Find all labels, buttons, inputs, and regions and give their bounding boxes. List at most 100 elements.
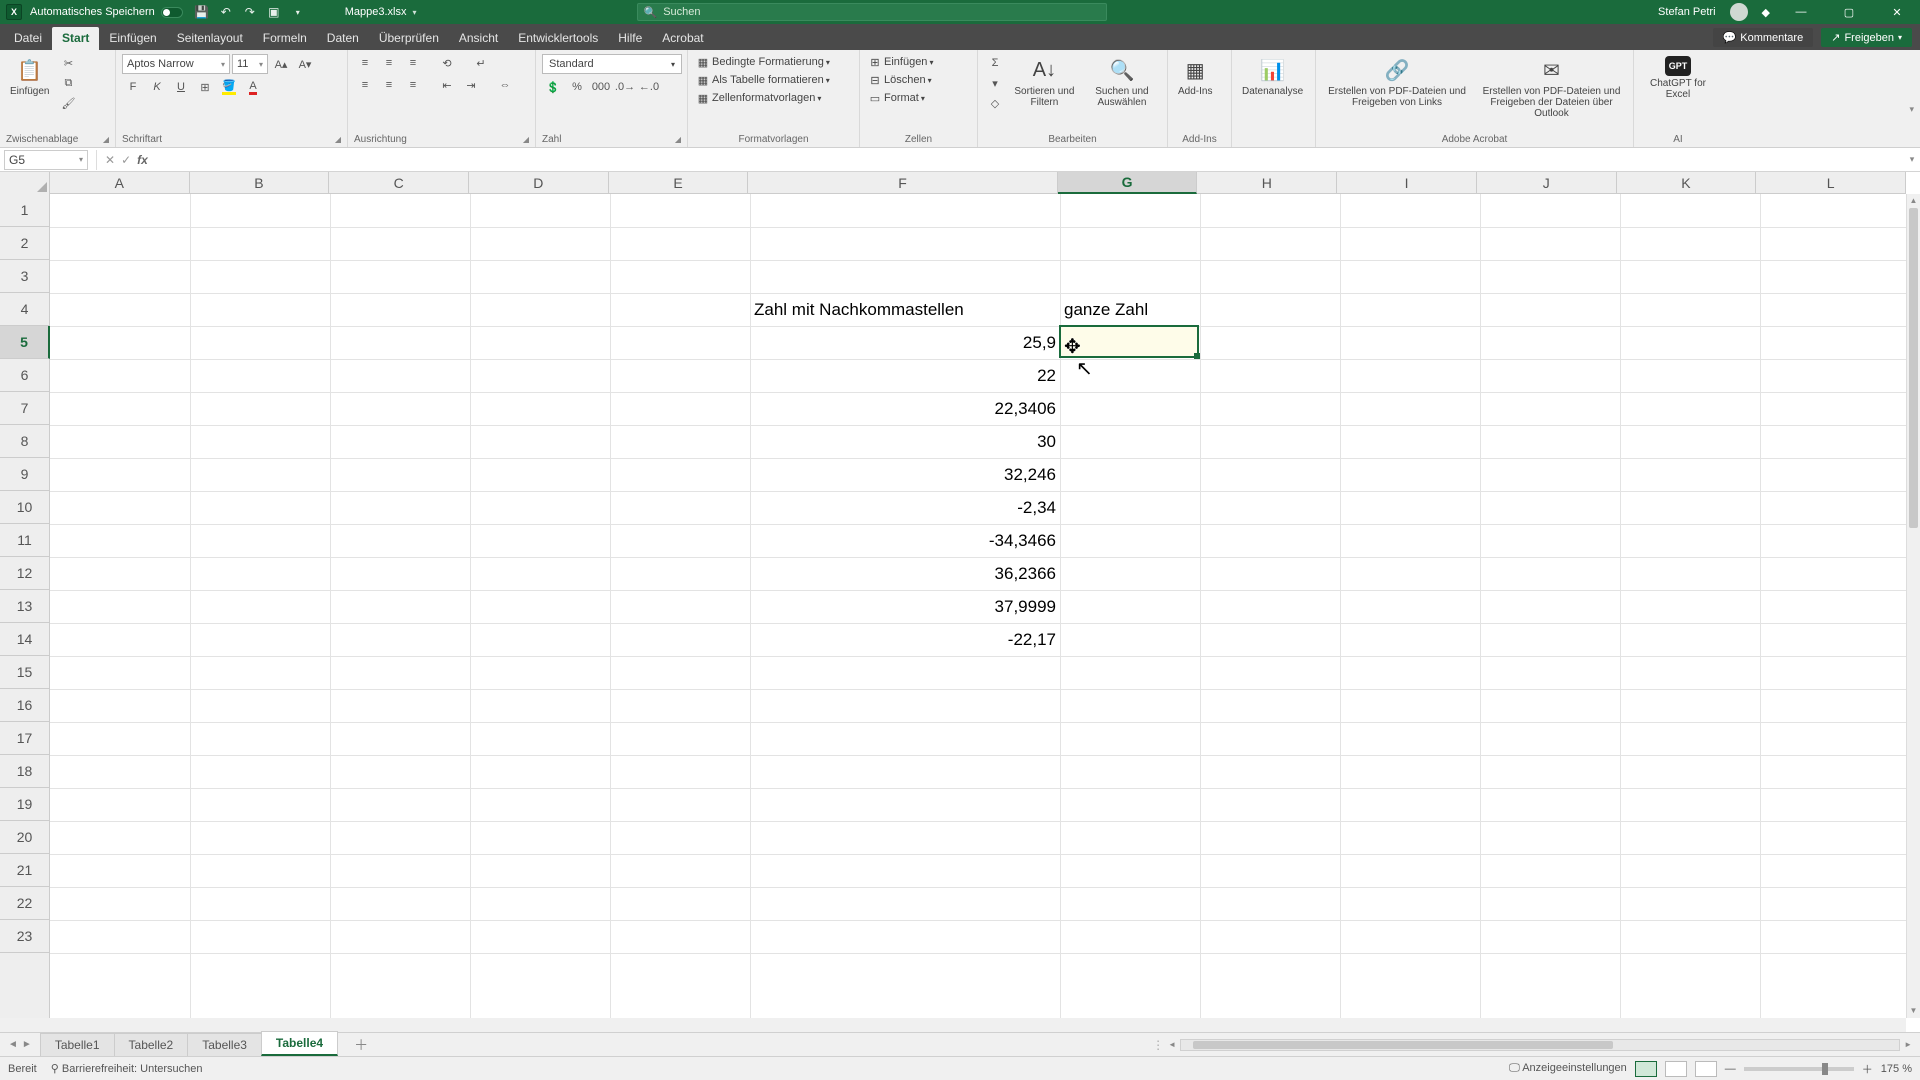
row-header-1[interactable]: 1 — [0, 194, 49, 227]
horizontal-scrollbar[interactable]: ⋮ ◄ ► — [373, 1038, 1920, 1052]
conditional-formatting-button[interactable]: ▦Bedingte Formatierung▾ — [694, 54, 832, 70]
align-center-button[interactable]: ≡ — [378, 76, 400, 94]
redo-icon[interactable]: ↷ — [243, 5, 257, 19]
column-header-K[interactable]: K — [1617, 172, 1757, 193]
increase-decimal-button[interactable]: .0→ — [614, 78, 636, 96]
row-header-8[interactable]: 8 — [0, 425, 49, 458]
cell-F9[interactable]: 32,246 — [750, 458, 1060, 491]
expand-formula-bar-button[interactable]: ▾ — [1904, 154, 1920, 165]
page-break-view-button[interactable] — [1695, 1061, 1717, 1077]
ribbon-tab-entwicklertools[interactable]: Entwicklertools — [508, 27, 608, 50]
fill-color-button[interactable]: 🪣 — [218, 78, 240, 96]
accessibility-status[interactable]: ⚲ Barrierefreiheit: Untersuchen — [51, 1062, 203, 1075]
increase-indent-button[interactable]: ⇥ — [460, 76, 482, 94]
column-header-B[interactable]: B — [190, 172, 330, 193]
select-all-button[interactable] — [0, 172, 50, 194]
zoom-out-button[interactable]: — — [1725, 1063, 1736, 1075]
display-settings-button[interactable]: 🖵 Anzeigeeinstellungen — [1509, 1062, 1627, 1075]
percent-button[interactable]: % — [566, 78, 588, 96]
filename-area[interactable]: Mappe3.xlsx ▾ — [345, 6, 417, 18]
align-right-button[interactable]: ≡ — [402, 76, 424, 94]
row-header-2[interactable]: 2 — [0, 227, 49, 260]
row-header-12[interactable]: 12 — [0, 557, 49, 590]
sort-filter-button[interactable]: A↓ Sortieren und Filtern — [1010, 54, 1079, 110]
row-header-19[interactable]: 19 — [0, 788, 49, 821]
cell-F5[interactable]: 25,9 — [750, 326, 1060, 359]
sheet-divider-icon[interactable]: ⋮ — [1152, 1038, 1164, 1052]
align-top-button[interactable]: ≡ — [354, 54, 376, 72]
cell-F8[interactable]: 30 — [750, 425, 1060, 458]
cell-F10[interactable]: -2,34 — [750, 491, 1060, 524]
format-painter-button[interactable]: 🖌 — [57, 94, 79, 112]
row-header-18[interactable]: 18 — [0, 755, 49, 788]
name-box[interactable]: G5 ▾ — [4, 150, 88, 170]
row-header-17[interactable]: 17 — [0, 722, 49, 755]
dialog-launcher-icon[interactable]: ◢ — [675, 135, 681, 144]
thousands-button[interactable]: 000 — [590, 78, 612, 96]
ribbon-tab-überprüfen[interactable]: Überprüfen — [369, 27, 449, 50]
share-button[interactable]: ↗ Freigeben ▾ — [1821, 28, 1912, 47]
underline-button[interactable]: U — [170, 78, 192, 96]
sheet-tab-tabelle1[interactable]: Tabelle1 — [40, 1033, 115, 1056]
cut-button[interactable]: ✂ — [57, 54, 79, 72]
column-header-J[interactable]: J — [1477, 172, 1617, 193]
data-analysis-button[interactable]: 📊 Datenanalyse — [1238, 54, 1307, 99]
ribbon-tab-datei[interactable]: Datei — [4, 27, 52, 50]
row-header-5[interactable]: 5 — [0, 326, 50, 359]
close-button[interactable]: ✕ — [1880, 0, 1914, 24]
find-select-button[interactable]: 🔍 Suchen und Auswählen — [1083, 54, 1161, 110]
cell-F4[interactable]: Zahl mit Nachkommastellen — [750, 293, 1060, 326]
scrollbar-thumb[interactable] — [1909, 208, 1918, 528]
search-box[interactable]: 🔍 — [637, 3, 1107, 21]
scroll-down-icon[interactable]: ▼ — [1907, 1004, 1920, 1018]
normal-view-button[interactable] — [1635, 1061, 1657, 1077]
row-header-23[interactable]: 23 — [0, 920, 49, 953]
collapse-ribbon-button[interactable]: ▾ — [1909, 104, 1914, 115]
bold-button[interactable]: F — [122, 78, 144, 96]
wrap-text-button[interactable]: ↵ — [470, 54, 492, 72]
column-header-I[interactable]: I — [1337, 172, 1477, 193]
font-color-button[interactable]: A — [242, 78, 264, 96]
user-name[interactable]: Stefan Petri — [1658, 6, 1715, 18]
sheet-tab-tabelle2[interactable]: Tabelle2 — [114, 1033, 189, 1056]
row-header-4[interactable]: 4 — [0, 293, 49, 326]
dialog-launcher-icon[interactable]: ◢ — [335, 135, 341, 144]
row-header-10[interactable]: 10 — [0, 491, 49, 524]
borders-button[interactable]: ⊞ — [194, 78, 216, 96]
cell-F14[interactable]: -22,17 — [750, 623, 1060, 656]
column-header-L[interactable]: L — [1756, 172, 1906, 193]
cell-F7[interactable]: 22,3406 — [750, 392, 1060, 425]
cell-F12[interactable]: 36,2366 — [750, 557, 1060, 590]
row-header-11[interactable]: 11 — [0, 524, 49, 557]
row-header-16[interactable]: 16 — [0, 689, 49, 722]
row-header-20[interactable]: 20 — [0, 821, 49, 854]
column-header-F[interactable]: F — [748, 172, 1057, 193]
merge-button[interactable]: ⇔ — [494, 76, 516, 94]
orientation-button[interactable]: ⟲ — [436, 54, 458, 72]
column-header-D[interactable]: D — [469, 172, 609, 193]
scrollbar-thumb[interactable] — [1193, 1041, 1613, 1049]
align-middle-button[interactable]: ≡ — [378, 54, 400, 72]
create-pdf-outlook-button[interactable]: ✉ Erstellen von PDF-Dateien und Freigebe… — [1476, 54, 1627, 121]
row-header-13[interactable]: 13 — [0, 590, 49, 623]
column-header-E[interactable]: E — [609, 172, 749, 193]
accept-formula-icon[interactable]: ✓ — [121, 153, 131, 167]
ribbon-tab-start[interactable]: Start — [52, 27, 99, 50]
autosave-toggle[interactable] — [161, 7, 183, 18]
cell-F6[interactable]: 22 — [750, 359, 1060, 392]
align-bottom-button[interactable]: ≡ — [402, 54, 424, 72]
cancel-formula-icon[interactable]: ✕ — [105, 153, 115, 167]
zoom-in-button[interactable]: ＋ — [1862, 1061, 1873, 1077]
decrease-indent-button[interactable]: ⇤ — [436, 76, 458, 94]
fill-button[interactable]: ▾ — [984, 74, 1006, 92]
row-header-22[interactable]: 22 — [0, 887, 49, 920]
addins-button[interactable]: ▦ Add-Ins — [1174, 54, 1216, 99]
column-header-A[interactable]: A — [50, 172, 190, 193]
maximize-button[interactable]: ▢ — [1832, 0, 1866, 24]
vertical-scrollbar[interactable]: ▲ ▼ — [1906, 194, 1920, 1018]
paste-button[interactable]: 📋 Einfügen — [6, 54, 53, 99]
ribbon-tab-formeln[interactable]: Formeln — [253, 27, 317, 50]
increase-font-button[interactable]: A▴ — [270, 55, 292, 73]
new-sheet-button[interactable]: ＋ — [349, 1035, 373, 1055]
row-header-14[interactable]: 14 — [0, 623, 49, 656]
